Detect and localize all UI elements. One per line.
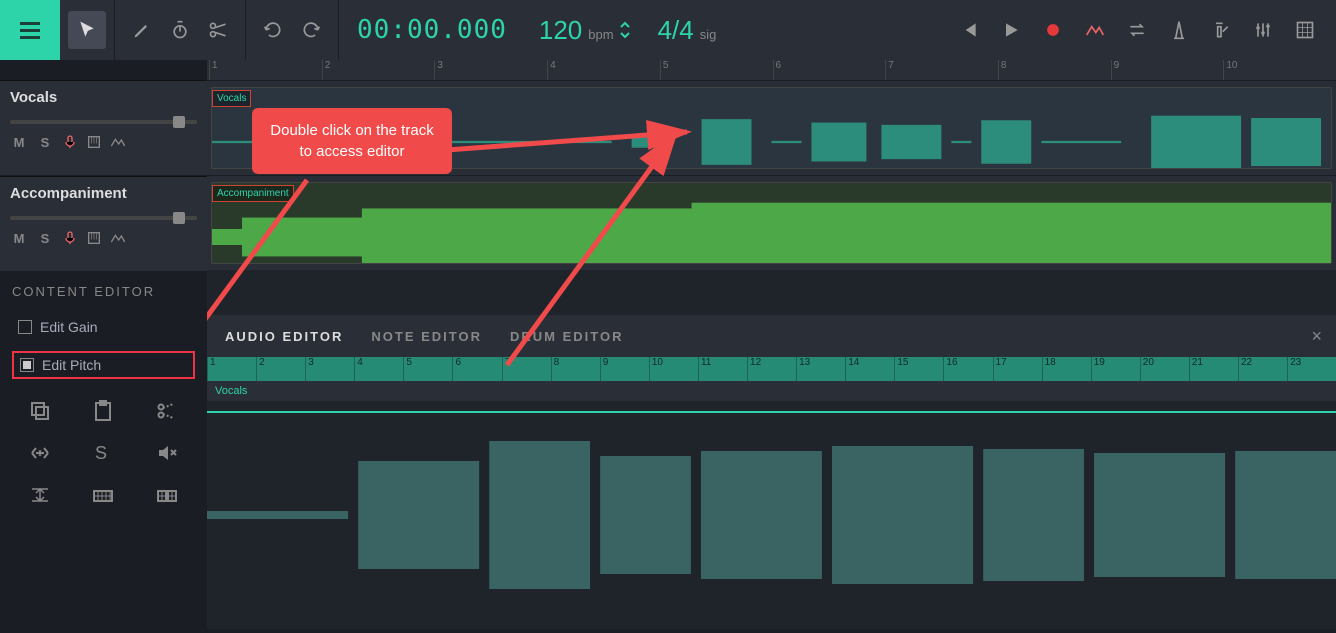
metronome-button[interactable] <box>1160 11 1198 49</box>
tempo-value: 120 <box>539 15 582 46</box>
track-name-label: Vocals <box>10 89 197 106</box>
solo-button[interactable]: S <box>36 231 54 246</box>
redo-button[interactable] <box>292 11 330 49</box>
editor-waveform-area[interactable] <box>207 401 1336 629</box>
content-editor-panel: CONTENT EDITOR Edit Gain Edit Pitch S <box>0 272 207 519</box>
automation-icon[interactable] <box>110 134 126 150</box>
volume-slider[interactable] <box>10 120 197 124</box>
undo-button[interactable] <box>254 11 292 49</box>
tempo-unit: bpm <box>588 27 613 42</box>
piano-icon[interactable] <box>86 134 102 150</box>
mic-icon[interactable] <box>62 134 78 150</box>
edit-gain-checkbox[interactable]: Edit Gain <box>12 315 195 339</box>
tab-audio-editor[interactable]: AUDIO EDITOR <box>225 329 343 344</box>
spinner-icon[interactable] <box>620 21 630 39</box>
automation-icon[interactable] <box>110 230 126 246</box>
paste-tool-button[interactable] <box>84 399 124 423</box>
edit-pitch-label: Edit Pitch <box>42 357 101 373</box>
content-editor-title: CONTENT EDITOR <box>12 284 195 299</box>
editor-clip-name: Vocals <box>207 381 1336 401</box>
timesig-unit: sig <box>700 27 717 42</box>
mute-tool-button[interactable] <box>147 441 187 465</box>
mute-button[interactable]: M <box>10 231 28 246</box>
editor-waveform-graphic <box>207 401 1336 629</box>
close-editor-button[interactable]: × <box>1311 326 1322 347</box>
track-header-vocals[interactable]: Vocals M S <box>0 80 207 175</box>
tab-drum-editor[interactable]: DRUM EDITOR <box>510 329 623 344</box>
tempo-display[interactable]: 120 bpm <box>525 15 644 46</box>
volume-slider[interactable] <box>10 216 197 220</box>
cut-tool-button[interactable] <box>147 399 187 423</box>
arrangement-area: 12345678910 Vocals Accompaniment AUDIO E… <box>207 60 1336 633</box>
loop-button[interactable] <box>1118 11 1156 49</box>
pointer-tool-button[interactable] <box>68 11 106 49</box>
piano-icon[interactable] <box>86 230 102 246</box>
mic-icon[interactable] <box>62 230 78 246</box>
record-button[interactable] <box>1034 11 1072 49</box>
main-toolbar: 00:00.000 120 bpm 4/4 sig <box>0 0 1336 60</box>
master-button[interactable] <box>1202 11 1240 49</box>
rewind-button[interactable] <box>950 11 988 49</box>
editor-ruler[interactable]: 1234567891011121314151617181920212223 <box>207 357 1336 381</box>
grid2-tool-button[interactable] <box>147 483 187 507</box>
track-panel: Vocals M S Accompaniment M S <box>0 60 207 633</box>
timesig-value: 4/4 <box>658 15 694 46</box>
track-lane-accompaniment[interactable]: Accompaniment <box>207 175 1336 270</box>
snap-tool-button[interactable]: S <box>84 441 124 465</box>
edit-pitch-checkbox[interactable]: Edit Pitch <box>12 351 195 379</box>
timesig-display[interactable]: 4/4 sig <box>644 15 731 46</box>
automation-button[interactable] <box>1076 11 1114 49</box>
mixer-button[interactable] <box>1244 11 1282 49</box>
pencil-tool-button[interactable] <box>123 11 161 49</box>
copy-tool-button[interactable] <box>20 399 60 423</box>
grid-button[interactable] <box>1286 11 1324 49</box>
align-tool-button[interactable] <box>20 483 60 507</box>
tab-note-editor[interactable]: NOTE EDITOR <box>371 329 482 344</box>
time-display[interactable]: 00:00.000 <box>339 15 525 45</box>
tutorial-callout: Double click on the track to access edit… <box>252 108 452 174</box>
trim-tool-button[interactable] <box>20 441 60 465</box>
grid1-tool-button[interactable] <box>84 483 124 507</box>
track-header-accompaniment[interactable]: Accompaniment M S <box>0 176 207 271</box>
scissors-tool-button[interactable] <box>199 11 237 49</box>
waveform-graphic <box>212 197 1331 264</box>
timeline-ruler[interactable]: 12345678910 <box>207 60 1336 80</box>
edit-gain-label: Edit Gain <box>40 319 98 335</box>
solo-button[interactable]: S <box>36 135 54 150</box>
play-button[interactable] <box>992 11 1030 49</box>
editor-panel: AUDIO EDITOR NOTE EDITOR DRUM EDITOR × 1… <box>207 315 1336 633</box>
stopwatch-tool-button[interactable] <box>161 11 199 49</box>
mute-button[interactable]: M <box>10 135 28 150</box>
hamburger-menu-button[interactable] <box>0 0 60 60</box>
svg-text:S: S <box>95 443 107 463</box>
track-name-label: Accompaniment <box>10 185 197 202</box>
